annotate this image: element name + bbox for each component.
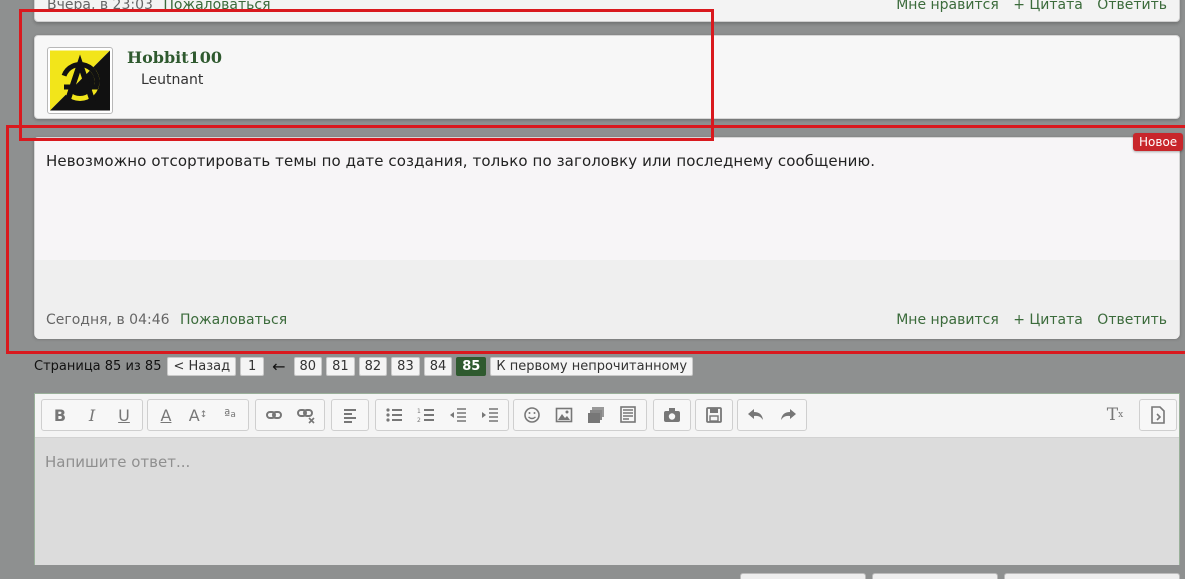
avatar[interactable] — [47, 47, 113, 114]
toolbar-group-lists: 12 — [375, 399, 509, 431]
bullet-list-icon[interactable] — [378, 401, 410, 429]
author-card: Hobbit100 Leutnant — [34, 35, 1180, 119]
editor-toolbar: B I U A A ↕ ªa 12 T x — [35, 394, 1179, 438]
post-like-link[interactable]: Мне нравится — [896, 312, 999, 328]
left-arrow-icon: ← — [272, 356, 286, 376]
bottom-button-1[interactable] — [740, 573, 866, 579]
post-reply-link[interactable]: Ответить — [1097, 312, 1167, 328]
indent-icon[interactable] — [474, 401, 506, 429]
toolbar-group-align — [331, 399, 369, 431]
toolbar-group-links — [255, 399, 325, 431]
previous-post-like-link[interactable]: Мне нравится — [896, 0, 999, 13]
prev-page-button[interactable]: < Назад — [167, 356, 237, 376]
font-family-icon[interactable]: ªa — [214, 401, 246, 429]
previous-post-reply-link[interactable]: Ответить — [1097, 0, 1167, 13]
page-button[interactable]: 84 — [423, 356, 453, 376]
reply-placeholder: Напишите ответ... — [45, 453, 191, 471]
align-left-icon[interactable] — [334, 401, 366, 429]
first-unread-button[interactable]: К первому непрочитанному — [490, 356, 694, 376]
toolbar-group-camera — [653, 399, 691, 431]
svg-text:1: 1 — [417, 408, 421, 415]
current-page-button[interactable]: 85 — [456, 356, 487, 376]
save-icon[interactable] — [698, 401, 730, 429]
post-meta: Сегодня, в 04:46 Пожаловаться — [46, 312, 287, 328]
redo-icon[interactable] — [772, 401, 804, 429]
toolbar-group-history — [737, 399, 807, 431]
author-rank: Leutnant — [141, 72, 204, 88]
undo-icon[interactable] — [740, 401, 772, 429]
clear-formatting-icon[interactable]: Tx — [1099, 401, 1131, 429]
toolbar-group-format: B I U — [41, 399, 143, 431]
previous-post: Вчера, в 23:03 Пожаловаться Мне нравится… — [34, 0, 1180, 22]
post-quote-link[interactable]: + Цитата — [1013, 312, 1083, 328]
anarchy-avatar-icon — [50, 50, 110, 111]
toolbar-group-save — [695, 399, 733, 431]
pagination: Страница 85 из 85 < Назад 1 ← 80 81 82 8… — [34, 356, 694, 376]
unlink-icon[interactable] — [290, 401, 322, 429]
page-button[interactable]: 83 — [391, 356, 420, 376]
author-username[interactable]: Hobbit100 — [127, 48, 222, 67]
svg-text:2: 2 — [417, 417, 421, 424]
toolbar-group-media — [513, 399, 647, 431]
forum-post: Невозможно отсортировать темы по дате со… — [34, 137, 1180, 339]
toolbar-group-source — [1139, 399, 1177, 431]
bottom-button-2[interactable] — [872, 573, 998, 579]
page-info: Страница 85 из 85 — [34, 358, 162, 374]
image-icon[interactable] — [548, 401, 580, 429]
post-text: Невозможно отсортировать темы по дате со… — [46, 152, 876, 170]
previous-post-report-link[interactable]: Пожаловаться — [163, 0, 270, 13]
numbered-list-icon[interactable]: 12 — [410, 401, 442, 429]
bold-icon[interactable]: B — [44, 401, 76, 429]
font-size-icon[interactable]: A ↕ — [182, 401, 214, 429]
previous-post-meta: Вчера, в 23:03 Пожаловаться — [47, 0, 271, 13]
toolbar-group-clear: Tx — [1097, 399, 1133, 431]
post-content: Невозможно отсортировать темы по дате со… — [35, 138, 1179, 260]
outdent-icon[interactable] — [442, 401, 474, 429]
previous-post-date: Вчера, в 23:03 — [47, 0, 153, 13]
reply-editor: B I U A A ↕ ªa 12 T x Напишите ответ... — [34, 393, 1180, 565]
font-color-icon[interactable]: A — [150, 401, 182, 429]
first-page-button[interactable]: 1 — [240, 356, 265, 376]
smiley-icon[interactable] — [516, 401, 548, 429]
previous-post-quote-link[interactable]: + Цитата — [1013, 0, 1083, 13]
source-mode-icon[interactable] — [1142, 401, 1174, 429]
camera-icon[interactable] — [656, 401, 688, 429]
spoiler-icon[interactable] — [612, 401, 644, 429]
post-date: Сегодня, в 04:46 — [46, 312, 170, 328]
gallery-icon[interactable] — [580, 401, 612, 429]
link-icon[interactable] — [258, 401, 290, 429]
post-report-link[interactable]: Пожаловаться — [180, 312, 287, 328]
previous-post-actions: Мне нравится + Цитата Ответить — [886, 0, 1167, 13]
bottom-button-3[interactable] — [1004, 573, 1180, 579]
post-footer: Сегодня, в 04:46 Пожаловаться Мне нравит… — [35, 260, 1179, 339]
underline-icon[interactable]: U — [108, 401, 140, 429]
page-button[interactable]: 82 — [358, 356, 388, 376]
page-button[interactable]: 81 — [326, 356, 355, 376]
italic-icon[interactable]: I — [76, 401, 108, 429]
page-button[interactable]: 80 — [293, 356, 323, 376]
reply-textarea[interactable]: Напишите ответ... — [35, 438, 1179, 565]
post-actions: Мне нравится + Цитата Ответить — [886, 312, 1167, 328]
toolbar-group-font: A A ↕ ªa — [147, 399, 249, 431]
new-badge: Новое — [1133, 133, 1184, 151]
